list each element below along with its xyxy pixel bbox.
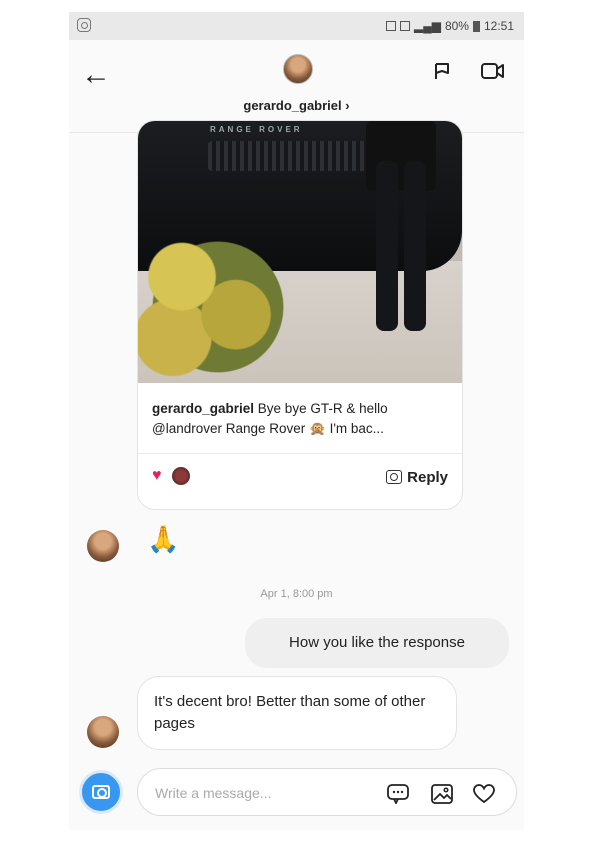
chat-bubble-icon[interactable] [387, 784, 409, 804]
sim-icon [399, 21, 410, 31]
video-call-icon[interactable] [481, 62, 505, 80]
flag-icon[interactable] [433, 62, 451, 80]
caption-line-2: @landrover Range Rover 🙊 I'm bac... [152, 421, 384, 436]
shared-post-card[interactable]: RANGE ROVER gerardo_gabriel Bye bye GT-R… [137, 120, 463, 510]
message-bubble-received[interactable]: It's decent bro! Better than some of oth… [137, 676, 457, 750]
message-input[interactable] [153, 780, 337, 806]
battery-icon [472, 20, 480, 32]
avatar[interactable] [283, 54, 313, 84]
post-caption: gerardo_gabriel Bye bye GT-R & hello @la… [152, 401, 388, 436]
avatar[interactable] [87, 530, 119, 562]
message-emoji[interactable]: 🙏 [147, 524, 179, 555]
reply-button[interactable]: Reply [386, 465, 448, 489]
post-author[interactable]: gerardo_gabriel [152, 401, 254, 416]
avatar[interactable] [87, 716, 119, 748]
phone-screen: ▂▄▆ 80% 12:51 ← gerardo_gabriel › RANGE … [69, 12, 524, 830]
post-photo[interactable]: RANGE ROVER [138, 121, 462, 383]
battery-percent: 80% [444, 19, 469, 33]
signal-icon: ▂▄▆ [413, 19, 441, 33]
heart-icon[interactable] [473, 784, 495, 804]
heart-icon: ♥ [152, 467, 162, 484]
clock: 12:51 [483, 19, 514, 33]
plate-lettering: RANGE ROVER [210, 125, 303, 134]
person-figure [366, 121, 436, 341]
instagram-icon [77, 18, 91, 32]
status-indicators: ▂▄▆ 80% 12:51 [385, 19, 514, 33]
gallery-icon[interactable] [431, 784, 453, 804]
back-arrow-icon[interactable]: ← [81, 60, 111, 90]
camera-icon [386, 470, 403, 484]
divider [138, 453, 462, 454]
message-bubble-sent[interactable]: How you like the response [245, 618, 509, 668]
timestamp: Apr 1, 8:00 pm [260, 588, 333, 600]
camera-icon [92, 785, 110, 799]
reaction-avatar [172, 467, 190, 485]
camera-button[interactable] [79, 770, 123, 814]
nfc-icon [385, 21, 396, 31]
chat-title[interactable]: gerardo_gabriel › [69, 98, 524, 113]
bush [138, 231, 308, 383]
status-bar: ▂▄▆ 80% 12:51 [69, 12, 524, 40]
